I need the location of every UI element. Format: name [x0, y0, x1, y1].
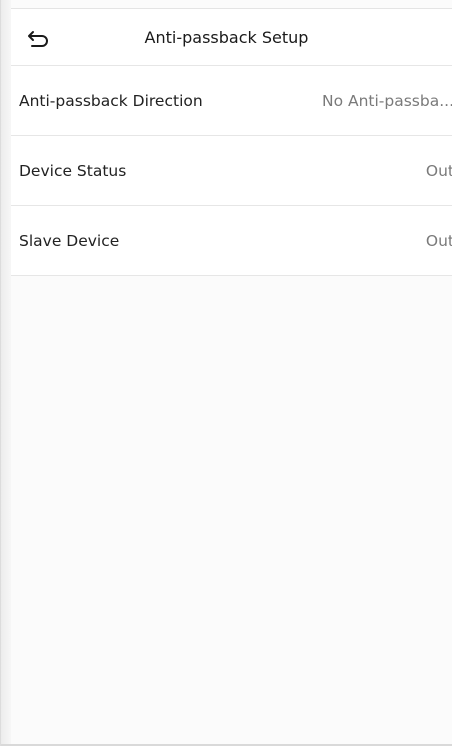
- back-arrow-icon: [28, 31, 48, 47]
- settings-list: Anti-passback Direction No Anti-passba..…: [11, 66, 452, 276]
- page-title: Anti-passback Setup: [144, 28, 309, 47]
- setting-value: Out: [425, 232, 452, 250]
- setting-value: No Anti-passba...: [321, 92, 452, 110]
- app-header: Anti-passback Setup: [11, 8, 452, 66]
- setting-label: Slave Device: [19, 232, 120, 250]
- setting-row-slave-device[interactable]: Slave Device Out: [11, 206, 452, 276]
- setting-row-device-status[interactable]: Device Status Out: [11, 136, 452, 206]
- setting-label: Anti-passback Direction: [19, 92, 203, 110]
- back-button[interactable]: [19, 21, 59, 55]
- setting-label: Device Status: [19, 162, 127, 180]
- setting-value: Out: [425, 162, 452, 180]
- setting-row-anti-passback-direction[interactable]: Anti-passback Direction No Anti-passba..…: [11, 66, 452, 136]
- screen-edge-shade: [1, 0, 11, 746]
- device-screen: Anti-passback Setup Anti-passback Direct…: [0, 0, 452, 746]
